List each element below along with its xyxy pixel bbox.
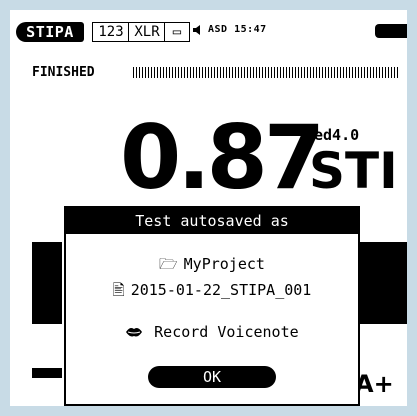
background-block: [355, 242, 407, 324]
memory-card-icon: ▭: [164, 22, 190, 42]
background-label: A+: [355, 370, 394, 398]
device-frame: STIPA 123 XLR ▭ ASD 15:47 FINISHED 0.87 …: [0, 0, 417, 416]
project-row[interactable]: 🗁 MyProject: [66, 254, 358, 274]
ok-button[interactable]: OK: [148, 366, 276, 388]
record-voicenote-row[interactable]: Record Voicenote: [66, 322, 358, 342]
file-name: 2015-01-22_STIPA_001: [130, 281, 312, 299]
device-screen: STIPA 123 XLR ▭ ASD 15:47 FINISHED 0.87 …: [10, 10, 407, 406]
autosave-dialog: Test autosaved as 🗁 MyProject 🖹 2015-01-22…: [64, 206, 360, 406]
speaker-icon: [192, 24, 206, 38]
background-block: [32, 242, 62, 324]
sti-unit: STI: [309, 142, 398, 200]
folder-icon: 🗁: [159, 255, 178, 273]
background-bar: [32, 368, 62, 378]
progress-bar: [133, 67, 398, 78]
measurement-status: FINISHED: [32, 65, 95, 80]
mode-badge[interactable]: STIPA: [16, 22, 84, 42]
file-icon: 🖹: [112, 281, 125, 299]
sti-value: 0.87: [120, 106, 325, 209]
xlr-input-box[interactable]: XLR: [128, 22, 166, 42]
project-name: MyProject: [183, 255, 265, 273]
numeric-mode-box[interactable]: 123: [92, 22, 130, 42]
dialog-title: Test autosaved as: [66, 208, 358, 234]
info-label: ASD 15:47: [208, 24, 267, 35]
voicenote-label: Record Voicenote: [154, 323, 299, 341]
file-row[interactable]: 🖹 2015-01-22_STIPA_001: [66, 280, 358, 300]
lips-icon: [125, 323, 148, 341]
battery-icon: [375, 24, 407, 38]
